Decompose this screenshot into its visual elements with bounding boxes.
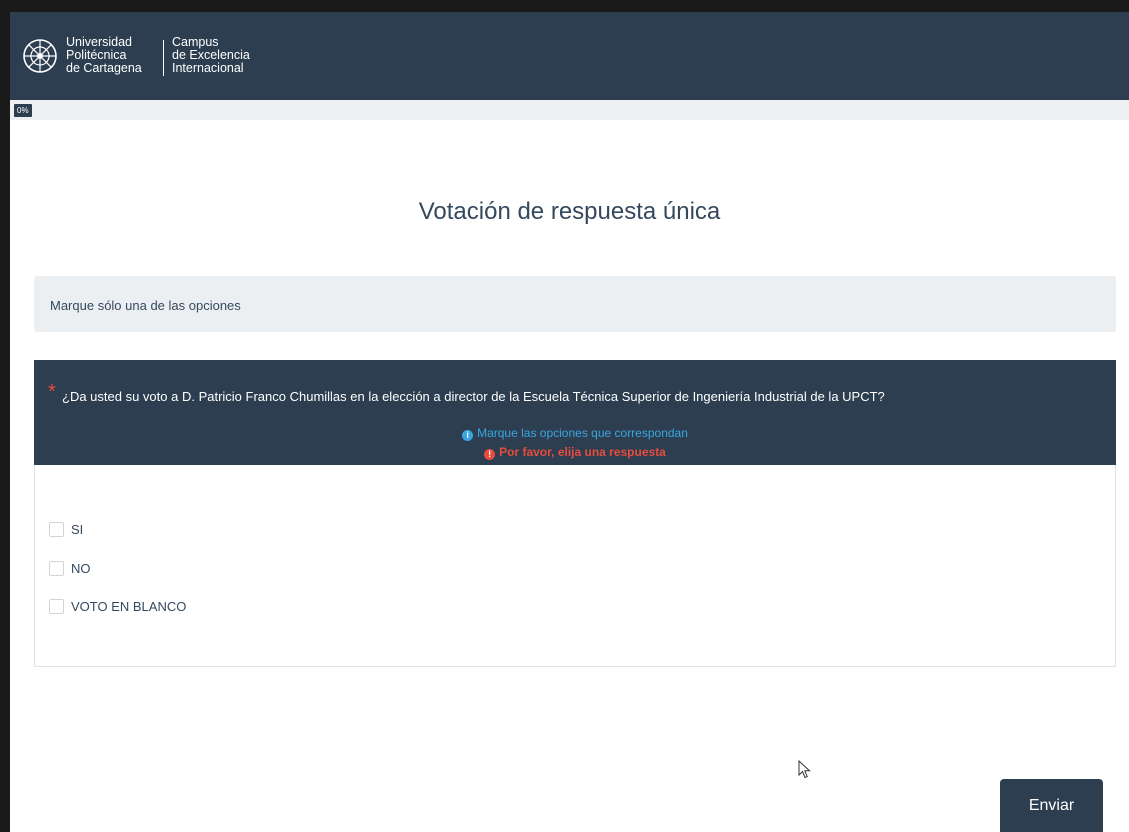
error-text: Por favor, elija una respuesta bbox=[499, 445, 666, 459]
campus-name: Campus de Excelencia Internacional bbox=[172, 36, 250, 75]
question-header: * ¿Da usted su voto a D. Patricio Franco… bbox=[34, 360, 1116, 465]
question-tip: i Marque las opciones que correspondan bbox=[34, 426, 1116, 441]
instructions-text: Marque sólo una de las opciones bbox=[50, 298, 241, 313]
question-text: ¿Da usted su voto a D. Patricio Franco C… bbox=[62, 389, 885, 404]
option-label: VOTO EN BLANCO bbox=[71, 599, 187, 614]
mouse-cursor-icon bbox=[798, 760, 811, 779]
option-si[interactable]: SI bbox=[49, 522, 83, 537]
option-voto-en-blanco[interactable]: VOTO EN BLANCO bbox=[49, 599, 186, 614]
option-checkbox[interactable] bbox=[49, 522, 64, 537]
submit-button[interactable]: Enviar bbox=[1000, 779, 1103, 832]
progress-label: 0% bbox=[14, 104, 32, 117]
university-logo-icon bbox=[23, 39, 57, 73]
window-frame-top bbox=[0, 0, 1129, 12]
university-name: Universidad Politécnica de Cartagena bbox=[66, 36, 142, 75]
required-asterisk: * bbox=[48, 381, 56, 403]
answer-options: SI NO VOTO EN BLANCO bbox=[34, 465, 1116, 667]
progress-bar bbox=[10, 100, 1129, 120]
info-icon: i bbox=[462, 430, 474, 441]
window-frame-left bbox=[0, 0, 10, 832]
page-title: Votación de respuesta única bbox=[418, 198, 721, 225]
tip-text: Marque las opciones que correspondan bbox=[477, 426, 688, 440]
option-checkbox[interactable] bbox=[49, 599, 64, 614]
logo-divider bbox=[163, 40, 164, 76]
option-checkbox[interactable] bbox=[49, 561, 64, 576]
instructions-box: Marque sólo una de las opciones bbox=[34, 276, 1116, 332]
university-name-line: de Cartagena bbox=[66, 61, 142, 75]
option-no[interactable]: NO bbox=[49, 561, 91, 576]
site-header: Universidad Politécnica de Cartagena Cam… bbox=[10, 12, 1129, 100]
option-label: SI bbox=[71, 522, 84, 537]
option-label: NO bbox=[71, 561, 91, 576]
campus-name-line: Internacional bbox=[172, 61, 244, 75]
error-icon: ! bbox=[484, 449, 496, 460]
question-error: ! Por favor, elija una respuesta bbox=[34, 445, 1116, 460]
